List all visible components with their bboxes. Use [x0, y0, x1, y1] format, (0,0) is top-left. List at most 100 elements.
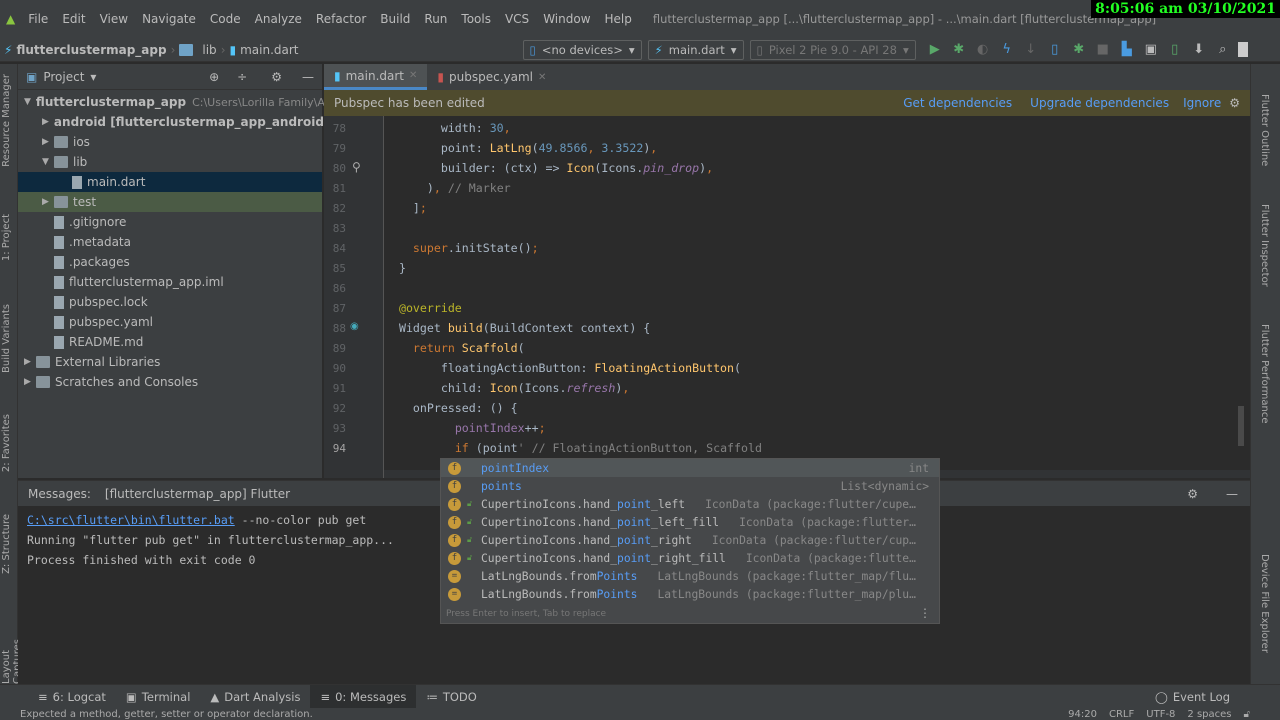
completion-item[interactable]: f 🔓︎ CupertinoIcons.hand_point_right IconDa…	[441, 531, 939, 549]
account-icon[interactable]: .	[1237, 42, 1248, 57]
menu-navigate[interactable]: Navigate	[135, 12, 203, 26]
tree-item[interactable]: ▼ lib	[18, 152, 322, 172]
menu-edit[interactable]: Edit	[55, 12, 92, 26]
completion-item[interactable]: f 🔓︎ CupertinoIcons.hand_point_left_fill Ic…	[441, 513, 939, 531]
messages-tab[interactable]: [flutterclustermap_app] Flutter	[105, 487, 290, 501]
bottom-tab-messages[interactable]: ≡ 0: Messages	[310, 684, 417, 709]
run-config-selector[interactable]: ⚡ main.dart ▾	[647, 39, 744, 60]
tree-item[interactable]: README.md	[18, 332, 322, 352]
tree-item[interactable]: ▼ flutterclustermap_app C:\Users\Lorilla F…	[18, 92, 332, 112]
close-icon[interactable]: ✕	[538, 72, 546, 83]
close-icon[interactable]: ✕	[409, 70, 417, 81]
sync-icon[interactable]: ⬇	[1190, 42, 1208, 57]
left-stripe-tab[interactable]: Resource Manager	[1, 74, 12, 167]
file-encoding[interactable]: UTF-8	[1146, 709, 1175, 720]
indent-setting[interactable]: 2 spaces	[1187, 709, 1231, 720]
menu-view[interactable]: View	[93, 12, 135, 26]
left-stripe-tab[interactable]: Build Variants	[1, 304, 12, 373]
override-marker-icon[interactable]: ◉	[350, 321, 359, 332]
right-stripe-tab[interactable]: Device File Explorer	[1259, 554, 1270, 653]
bottom-tab-todo[interactable]: ≔ TODO	[416, 685, 486, 709]
menu-tools[interactable]: Tools	[454, 12, 498, 26]
tree-item[interactable]: pubspec.lock	[18, 292, 322, 312]
message-link[interactable]: C:\src\flutter\bin\flutter.bat	[27, 513, 235, 527]
ignore-link[interactable]: Ignore	[1183, 96, 1221, 110]
tab-main-dart[interactable]: ▮ main.dart ✕	[324, 64, 428, 90]
menu-build[interactable]: Build	[373, 12, 417, 26]
breadcrumb-file[interactable]: ▮ main.dart	[226, 43, 303, 57]
hide-icon[interactable]: —	[302, 70, 314, 84]
tree-item[interactable]: .gitignore	[18, 212, 322, 232]
completion-item[interactable]: f 🔓︎ CupertinoIcons.hand_point_left IconDat…	[441, 495, 939, 513]
collapse-icon[interactable]: ÷	[237, 70, 247, 84]
right-stripe-tab[interactable]: Flutter Performance	[1259, 324, 1270, 424]
debug-icon[interactable]: ✱	[950, 42, 968, 57]
menu-file[interactable]: File	[21, 12, 55, 26]
tree-item[interactable]: ▶ Scratches and Consoles	[18, 372, 322, 392]
project-structure-icon[interactable]: ▙	[1118, 42, 1136, 57]
menu-run[interactable]: Run	[417, 12, 454, 26]
tree-item[interactable]: ▶ test	[18, 192, 322, 212]
completion-item[interactable]: f pointIndex int	[441, 459, 939, 477]
tree-item[interactable]: flutterclustermap_app.iml	[18, 272, 322, 292]
completion-item[interactable]: f 🔓︎ CupertinoIcons.hand_point_right_fill I…	[441, 549, 939, 567]
more-options-icon[interactable]: ⋮	[919, 606, 931, 620]
left-stripe-tab[interactable]: Z: Structure	[1, 514, 12, 574]
left-stripe-tab[interactable]: 2: Favorites	[1, 414, 12, 472]
avd-manager-icon[interactable]: ▣	[1142, 42, 1160, 57]
menu-code[interactable]: Code	[203, 12, 248, 26]
completion-item[interactable]: = LatLngBounds.fromPoints LatLngBounds (pa…	[441, 585, 939, 603]
caret-position[interactable]: 94:20	[1068, 709, 1097, 720]
apply-changes-icon[interactable]: ▯	[1046, 42, 1064, 57]
stop-icon[interactable]: ■	[1094, 42, 1112, 57]
line-separator[interactable]: CRLF	[1109, 709, 1134, 720]
bottom-tab-dartanalysis[interactable]: ▲ Dart Analysis	[200, 685, 310, 709]
tree-item-label: README.md	[69, 335, 144, 349]
menu-refactor[interactable]: Refactor	[309, 12, 373, 26]
tree-item[interactable]: ▶ External Libraries	[18, 352, 322, 372]
completion-item[interactable]: = LatLngBounds.fromPoints LatLngBounds (pa…	[441, 567, 939, 585]
menu-analyze[interactable]: Analyze	[248, 12, 309, 26]
attach-icon[interactable]: ◐	[974, 42, 992, 57]
gear-icon[interactable]: ⚙	[271, 70, 282, 84]
run-icon[interactable]: ▶	[926, 42, 944, 57]
tree-item[interactable]: ▶ android [flutterclustermap_app_android]	[18, 112, 329, 132]
vertical-scrollbar[interactable]	[1238, 406, 1244, 446]
tree-item[interactable]: main.dart	[18, 172, 322, 192]
emulator-selector[interactable]: ▯ Pixel 2 Pie 9.0 - API 28 ▾	[749, 39, 916, 60]
hide-icon[interactable]: —	[1226, 487, 1238, 501]
event-log-button[interactable]: ◯ Event Log	[1145, 685, 1240, 709]
tree-item[interactable]: .metadata	[18, 232, 322, 252]
tree-item[interactable]: pubspec.yaml	[18, 312, 322, 332]
gear-icon[interactable]: ⚙	[1229, 96, 1240, 110]
hot-reload-icon[interactable]: ϟ	[998, 42, 1016, 57]
locate-icon[interactable]: ⊕	[209, 70, 219, 84]
left-stripe-tab[interactable]: 1: Project	[1, 214, 12, 261]
sdk-manager-icon[interactable]: ▯	[1166, 42, 1184, 57]
breadcrumb-lib[interactable]: lib	[175, 43, 220, 57]
menu-window[interactable]: Window	[536, 12, 597, 26]
attach-debugger-icon[interactable]: ✱	[1070, 42, 1088, 57]
tree-item[interactable]: ▶ ios	[18, 132, 322, 152]
lock-icon[interactable]: 🔓︎	[1244, 709, 1250, 720]
tab-pubspec-yaml[interactable]: ▮ pubspec.yaml ✕	[427, 64, 556, 90]
bottom-tab-terminal[interactable]: ▣ Terminal	[116, 685, 200, 709]
tree-item[interactable]: .packages	[18, 252, 322, 272]
right-stripe-tab[interactable]: Flutter Inspector	[1259, 204, 1270, 287]
search-icon[interactable]: ⌕	[1214, 42, 1232, 57]
bottom-tab-logcat[interactable]: ≡ 6: Logcat	[28, 685, 116, 709]
breadcrumb-project[interactable]: ⚡ flutterclustermap_app	[0, 43, 171, 57]
hot-restart-icon[interactable]: ↓	[1022, 42, 1040, 57]
right-stripe-tab[interactable]: Flutter Outline	[1259, 94, 1270, 166]
message-text: Process finished with exit code 0	[27, 553, 256, 567]
code-editor[interactable]: 78 79 80 81 82 83 84 85 86 87 88 89 90 91 92 93 94 ⚲ ◉ wid…	[324, 116, 1250, 478]
menu-help[interactable]: Help	[598, 12, 639, 26]
get-dependencies-link[interactable]: Get dependencies	[903, 96, 1012, 110]
completion-item[interactable]: f points List<dynamic>	[441, 477, 939, 495]
project-view-selector[interactable]: Project	[43, 70, 84, 84]
device-selector[interactable]: ▯ <no devices> ▾	[522, 39, 642, 60]
upgrade-dependencies-link[interactable]: Upgrade dependencies	[1030, 96, 1169, 110]
chevron-down-icon[interactable]: ▾	[90, 70, 96, 84]
menu-vcs[interactable]: VCS	[498, 12, 536, 26]
gear-icon[interactable]: ⚙	[1187, 487, 1198, 501]
